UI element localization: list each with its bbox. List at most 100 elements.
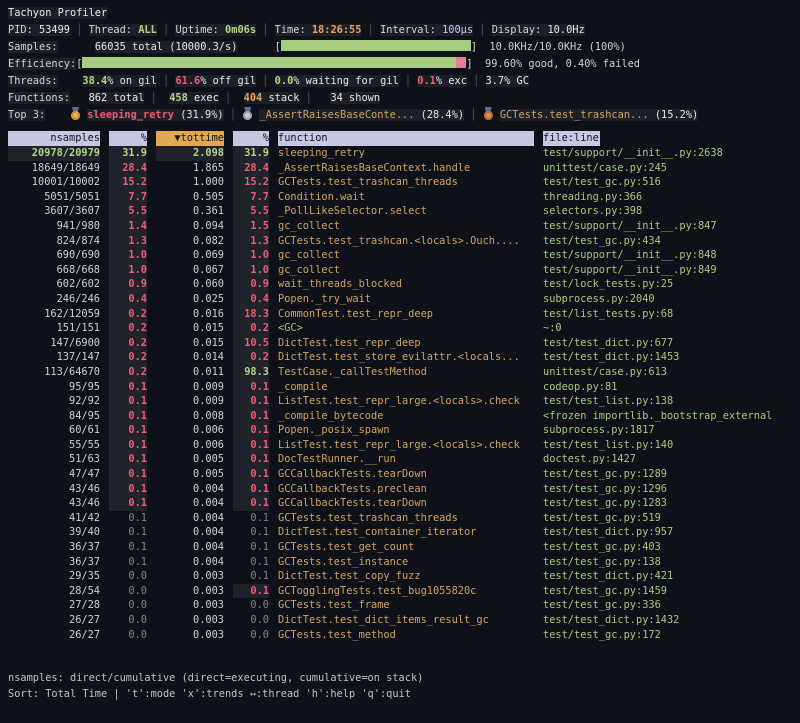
pct-direct-cell: 0.1 [109,525,147,540]
col-header-function[interactable]: function [278,131,534,146]
footer: nsamples: direct/cumulative (direct=exec… [8,670,800,702]
tottime-cell: 0.004 [156,496,224,511]
table-row: 10001/1000215.21.00015.2GCTests.test_tra… [8,175,800,190]
table-row: 18649/1864928.41.86528.4_AssertRaisesBas… [8,161,800,176]
silver-medal-icon [242,107,253,120]
pct-cumulative-cell: 0.4 [233,292,269,307]
fileline-cell: test/test_dict.py:1432 [543,613,800,628]
pct-cumulative-cell: 18.3 [233,307,269,322]
tottime-cell: 0.004 [156,540,224,555]
table-row: 84/950.10.0080.1_compile_bytecode<frozen… [8,409,800,424]
text-segment: exec [188,92,219,104]
pct-cumulative-cell: 0.1 [233,380,269,395]
col-header-tottime-sorted[interactable]: ▼tottime [156,131,224,146]
status-line-top3: Top 3: sleeping_retry (31.9%) │ _AssertR… [8,107,800,124]
pct-direct-cell: 7.7 [109,190,147,205]
tottime-cell: 0.006 [156,423,224,438]
function-cell: ListTest.test_repr_large.<locals>.check [278,394,534,409]
nsamples-cell: 95/95 [8,380,100,395]
nsamples-cell: 162/12059 [8,307,100,322]
table-row: 162/120590.20.01618.3CommonTest.test_rep… [8,307,800,322]
table-row: 55/550.10.0060.1ListTest.test_repr_large… [8,438,800,453]
pct-cumulative-cell: 0.0 [233,598,269,613]
text-segment: 99.60% good, 0.40% failed [485,58,640,70]
text-segment: Samples: [8,41,58,53]
nsamples-cell: 690/690 [8,248,100,263]
text-segment: GCTests.test_trashcan... [500,109,649,121]
tottime-cell: 0.060 [156,277,224,292]
function-cell: Popen._posix_spawn [278,423,534,438]
table-row: 28/540.00.0030.1GCTogglingTests.test_bug… [8,584,800,599]
function-cell: DictTest.test_container_iterator [278,525,534,540]
function-cell: _AssertRaisesBaseContext.handle [278,161,534,176]
efficiency-bar-track [82,57,466,68]
pct-cumulative-cell: 0.1 [233,409,269,424]
pct-direct-cell: 0.0 [109,613,147,628]
col-header-pct-direct[interactable]: % [109,131,147,146]
text-segment: (28.4%) [414,109,464,121]
pct-cumulative-cell: 98.3 [233,365,269,380]
text-segment: % off gil [200,75,256,87]
app-title: Tachyon Profiler [8,7,107,19]
tottime-cell: 0.004 [156,511,224,526]
pct-cumulative-cell: 0.2 [233,350,269,365]
tottime-cell: 0.025 [156,292,224,307]
pct-direct-cell: 1.0 [109,248,147,263]
fileline-cell: test/support/__init__.py:848 [543,248,800,263]
function-cell: GCTests.test_trashcan.<locals>.Ouch.... [278,234,534,249]
pct-direct-cell: 0.2 [109,321,147,336]
table-row: 36/370.10.0040.1GCTests.test_get_countte… [8,540,800,555]
pct-cumulative-cell: 31.9 [233,146,269,161]
fileline-cell: test/test_gc.py:516 [543,175,800,190]
pct-direct-cell: 5.5 [109,204,147,219]
function-cell: GCCallbackTests.tearDown [278,467,534,482]
nsamples-cell: 113/64670 [8,365,100,380]
text-segment [58,41,95,53]
fileline-cell: subprocess.py:1817 [543,423,800,438]
tottime-cell: 0.069 [156,248,224,263]
nsamples-cell: 41/42 [8,511,100,526]
text-segment: (15.2%) [649,109,699,121]
fileline-cell: doctest.py:1427 [543,452,800,467]
nsamples-cell: 602/602 [8,277,100,292]
table-row: 824/8741.30.0821.3GCTests.test_trashcan.… [8,234,800,249]
nsamples-cell: 137/147 [8,350,100,365]
tottime-cell: 0.003 [156,598,224,613]
nsamples-cell: 5051/5051 [8,190,100,205]
text-segment [45,109,70,121]
pct-cumulative-cell: 0.1 [233,511,269,526]
text-segment: 18:26:55 [312,24,362,36]
pct-cumulative-cell: 0.1 [233,452,269,467]
pct-direct-cell: 0.1 [109,394,147,409]
text-segment: (31.9%) [174,109,224,121]
text-segment: 61.6 [175,75,200,87]
table-row: 47/470.10.0050.1GCCallbackTests.tearDown… [8,467,800,482]
function-cell: GCTests.test_frame [278,598,534,613]
pct-cumulative-cell: 0.1 [233,467,269,482]
pct-direct-cell: 1.3 [109,234,147,249]
text-segment: Display: [492,24,548,36]
app-title-line: Tachyon Profiler [8,5,800,22]
col-header-nsamples[interactable]: nsamples [8,131,100,146]
function-cell: DictTest.test_dict_items_result_gc [278,613,534,628]
table-row: 941/9801.40.0941.5gc_collecttest/support… [8,219,800,234]
tottime-cell: 2.098 [156,146,224,161]
fileline-cell: test/test_dict.py:421 [543,569,800,584]
status-line-functions: Functions: 862 total │ 458 exec │ 404 st… [8,90,800,107]
status-line-threads: Threads: 38.4% on gil │ 61.6% off gil │ … [8,73,800,90]
text-segment: 3.7 [486,75,505,87]
function-cell: GCCallbackTests.tearDown [278,496,534,511]
tottime-cell: 0.003 [156,613,224,628]
nsamples-cell: 26/27 [8,628,100,643]
tottime-cell: 0.015 [156,336,224,351]
fileline-cell: test/support/__init__.py:849 [543,263,800,278]
nsamples-cell: 26/27 [8,613,100,628]
tottime-cell: 0.505 [156,190,224,205]
col-header-pct-cumulative[interactable]: % [233,131,269,146]
text-segment [58,75,83,87]
col-header-fileline[interactable]: file:line [543,131,600,146]
samples-bar-fill [281,40,471,51]
fileline-cell: test/test_gc.py:519 [543,511,800,526]
pct-direct-cell: 0.1 [109,423,147,438]
efficiency-bar-fill [82,57,456,68]
